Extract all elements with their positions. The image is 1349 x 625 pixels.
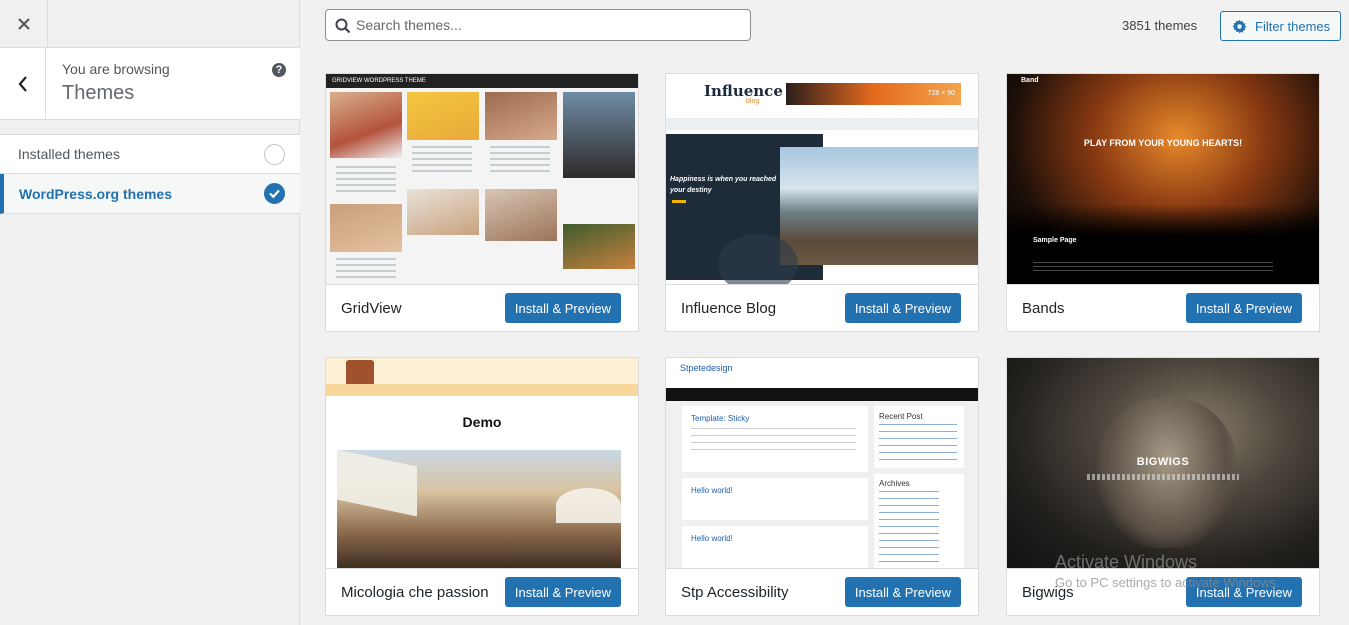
sidebar-header <box>0 0 299 48</box>
theme-card-footer: Bands Install & Preview <box>1007 284 1319 331</box>
theme-card[interactable]: BIGWIGS Bigwigs Install & Preview <box>1006 357 1320 616</box>
theme-card-footer: GridView Install & Preview <box>326 284 638 331</box>
install-preview-button[interactable]: Install & Preview <box>504 293 621 323</box>
theme-toolbar: 3851 themes Filter themes <box>300 0 1349 52</box>
install-preview-button[interactable]: Install & Preview <box>844 577 961 607</box>
theme-card[interactable]: Influence blog 728 × 90 Happiness is whe… <box>665 73 979 332</box>
browsing-section: You are browsing Themes ? <box>0 48 300 120</box>
theme-name: Bigwigs <box>1022 584 1074 601</box>
theme-source-list: Installed themes WordPress.org themes <box>0 134 300 214</box>
theme-card-footer: Influence Blog Install & Preview <box>666 284 978 331</box>
theme-count: 3851 themes <box>1122 18 1198 33</box>
source-label: WordPress.org themes <box>19 185 173 202</box>
theme-screenshot[interactable]: Band PLAY FROM YOUR YOUNG HEARTS! Sample… <box>1007 74 1319 284</box>
theme-card[interactable]: Band PLAY FROM YOUR YOUNG HEARTS! Sample… <box>1006 73 1320 332</box>
filter-label: Filter themes <box>1255 18 1331 34</box>
radio-checked-icon[interactable] <box>264 183 285 204</box>
browsing-title: Themes <box>62 82 135 104</box>
source-label: Installed themes <box>18 146 120 162</box>
theme-card[interactable]: Stpetedesign Template: Sticky Hello worl… <box>665 357 979 616</box>
gear-icon <box>1232 19 1247 33</box>
theme-card-footer: Micologia che passion Install & Preview <box>326 568 638 615</box>
source-installed-themes[interactable]: Installed themes <box>0 134 300 174</box>
screenshot-logo: Influence <box>704 82 783 100</box>
chevron-left-icon <box>18 75 27 92</box>
theme-name: Influence Blog <box>681 300 777 317</box>
install-preview-button[interactable]: Install & Preview <box>504 577 621 607</box>
radio-unchecked-icon[interactable] <box>264 144 285 165</box>
install-preview-button[interactable]: Install & Preview <box>844 293 961 323</box>
theme-screenshot[interactable]: BIGWIGS <box>1007 358 1319 568</box>
theme-card[interactable]: GRIDVIEW WORDPRESS THEME GridView Instal… <box>325 73 639 332</box>
theme-screenshot[interactable]: Influence blog 728 × 90 Happiness is whe… <box>666 74 978 284</box>
source-wordpress-org-themes[interactable]: WordPress.org themes <box>0 174 300 214</box>
close-button[interactable] <box>0 0 48 48</box>
theme-card-footer: Stp Accessibility Install & Preview <box>666 568 978 615</box>
theme-name: Stp Accessibility <box>681 584 789 601</box>
customizer-sidebar: You are browsing Themes ? Installed them… <box>0 0 300 625</box>
theme-name: GridView <box>341 300 402 317</box>
theme-card-footer: Bigwigs Install & Preview <box>1007 568 1319 615</box>
filter-themes-button[interactable]: Filter themes <box>1220 11 1341 41</box>
install-preview-button[interactable]: Install & Preview <box>1185 577 1302 607</box>
theme-name: Micologia che passion <box>341 584 489 601</box>
back-button[interactable] <box>0 48 46 119</box>
close-icon <box>17 18 30 30</box>
screenshot-header: GRIDVIEW WORDPRESS THEME <box>326 74 638 88</box>
search-box[interactable] <box>325 9 751 41</box>
search-icon <box>335 18 351 34</box>
theme-screenshot[interactable]: GRIDVIEW WORDPRESS THEME <box>326 74 638 284</box>
browsing-subtitle: You are browsing <box>62 61 170 77</box>
help-icon[interactable]: ? <box>272 63 286 77</box>
theme-card[interactable]: Demo Micologia che passion Install & Pre… <box>325 357 639 616</box>
theme-screenshot[interactable]: Stpetedesign Template: Sticky Hello worl… <box>666 358 978 568</box>
theme-name: Bands <box>1022 300 1065 317</box>
install-preview-button[interactable]: Install & Preview <box>1185 293 1302 323</box>
search-input[interactable] <box>356 17 736 33</box>
theme-screenshot[interactable]: Demo <box>326 358 638 568</box>
